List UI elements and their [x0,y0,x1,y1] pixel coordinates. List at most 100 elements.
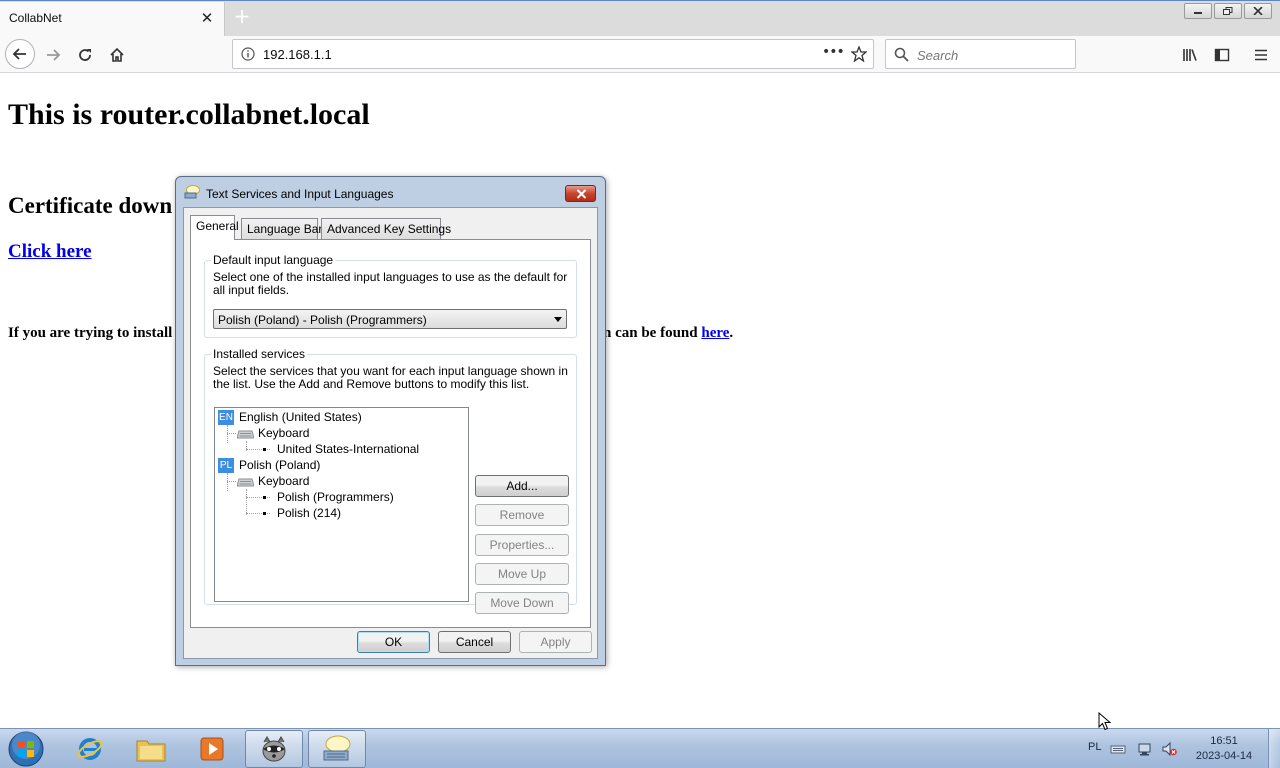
default-language-group: Default input language Select one of the… [204,253,577,338]
add-button[interactable]: Add... [475,475,569,497]
windows-taskbar: PL 16:51 2023-04-14 [0,728,1280,768]
tab-general[interactable]: General [190,215,239,240]
taskbar-explorer[interactable] [122,730,180,768]
minimize-button[interactable] [1184,3,1212,19]
tree-connector [227,473,228,491]
dialog-close-button[interactable] [565,185,596,202]
cancel-button[interactable]: Cancel [438,631,511,653]
certificate-heading: Certificate down [8,193,173,218]
install-paragraph: If you are trying to install [8,325,173,341]
menu-button[interactable] [1247,41,1275,69]
hamburger-menu-icon [1255,49,1267,61]
move-up-button[interactable]: Move Up [475,563,569,585]
installed-services-group-label: Installed services [211,347,308,361]
clock-time: 16:51 [1210,735,1238,747]
page-heading: This is router.collabnet.local [8,98,370,131]
move-down-button[interactable]: Move Down [475,592,569,614]
paragraph-period: . [729,325,734,341]
tab-language-bar[interactable]: Language Bar [241,218,322,239]
installed-services-group: Installed services Select the services t… [204,347,577,614]
tree-item-label: Polish (Programmers) [277,490,394,504]
volume-muted-icon[interactable] [1161,741,1177,757]
properties-button[interactable]: Properties... [475,534,569,556]
new-tab-plus-icon[interactable]: + [231,6,253,28]
system-clock[interactable]: 16:51 2023-04-14 [1190,734,1258,764]
tree-item-pl-layout-214[interactable]: Polish (214) [263,505,341,521]
tree-connector [227,425,228,443]
installed-services-description: Select the services that you want for ea… [213,364,568,391]
network-icon[interactable] [1137,741,1153,757]
url-text[interactable]: 192.168.1.1 [263,47,332,62]
tree-item-en-layout[interactable]: United States-International [263,441,419,457]
tree-item-polish[interactable]: PL Polish (Poland) [218,457,320,473]
home-button[interactable] [103,41,131,69]
forward-arrow-icon [47,49,61,61]
start-button[interactable] [6,730,46,768]
apply-button[interactable]: Apply [519,631,592,653]
forward-button[interactable] [39,41,67,69]
bullet-icon [263,447,266,451]
window-controls [1184,3,1272,19]
tree-item-english[interactable]: EN English (United States) [218,409,362,425]
sidebar-toggle-button[interactable] [1208,41,1236,69]
minimize-icon [1194,12,1202,14]
ok-button[interactable]: OK [357,631,430,653]
restore-button[interactable] [1214,3,1242,19]
tab-advanced-key-settings[interactable]: Advanced Key Settings [321,218,451,239]
library-button[interactable] [1176,41,1204,69]
remove-button[interactable]: Remove [475,504,569,526]
reload-icon [79,49,91,61]
keyboard-icon [237,478,254,487]
site-info-icon[interactable] [241,47,255,61]
close-icon [576,189,587,199]
taskbar-app-raccoon[interactable] [245,730,303,768]
tree-item-label: United States-International [277,442,420,456]
tree-item-en-keyboard[interactable]: Keyboard [237,425,309,441]
tab-close-icon[interactable]: ✕ [200,11,214,26]
taskbar-text-services[interactable] [308,730,366,768]
tree-connector [227,433,236,434]
tree-item-label: Keyboard [258,426,310,440]
chevron-down-icon [554,317,562,322]
pl-language-badge: PL [218,457,234,473]
close-window-button[interactable] [1244,3,1272,19]
default-language-dropdown[interactable]: Polish (Poland) - Polish (Programmers) [213,309,567,329]
close-icon [1253,7,1263,15]
mouse-cursor-icon [1098,712,1112,731]
install-paragraph-tail: n can be found here. [603,325,733,342]
dialog-titlebar[interactable]: Text Services and Input Languages [176,177,605,207]
address-bar[interactable]: 192.168.1.1 ••• [232,39,874,69]
taskbar-internet-explorer[interactable] [61,730,119,768]
bookmark-star-icon[interactable] [851,46,867,62]
taskbar-media-player[interactable] [183,730,241,768]
search-bar[interactable]: Search [885,39,1076,69]
back-button[interactable] [5,39,35,69]
input-language-indicator[interactable]: PL [1088,741,1101,753]
dialog-body: General Language Bar Advanced Key Settin… [183,207,598,659]
sidebar-icon [1214,48,1230,62]
install-paragraph-tail-text: n can be found [603,325,702,341]
tray-keyboard-icon[interactable] [1110,741,1126,757]
keyboard-language-icon [184,185,200,199]
media-player-icon [200,737,224,761]
tree-item-label: English (United States) [239,410,362,424]
tree-item-pl-layout-programmers[interactable]: Polish (Programmers) [263,489,394,505]
keyboard-icon [237,430,254,439]
default-language-selected: Polish (Poland) - Polish (Programmers) [218,313,427,327]
en-language-badge: EN [218,409,234,425]
click-here-link[interactable]: Click here [8,241,92,263]
text-services-dialog: Text Services and Input Languages Genera… [175,176,606,666]
installed-services-tree[interactable]: EN English (United States) Keyboard Unit… [214,407,469,602]
tree-item-pl-keyboard[interactable]: Keyboard [237,473,309,489]
search-placeholder[interactable]: Search [917,48,958,63]
reload-button[interactable] [71,41,99,69]
tree-item-label: Keyboard [258,474,310,488]
here-link[interactable]: here [701,325,729,341]
page-actions-icon[interactable]: ••• [822,44,845,60]
tree-connector [246,489,247,515]
browser-tab-collabnet[interactable]: CollabNet ✕ [0,2,225,37]
default-language-group-label: Default input language [211,253,336,267]
show-desktop-button[interactable] [1268,729,1280,768]
clock-date: 2023-04-14 [1195,750,1253,762]
search-icon [894,47,909,62]
